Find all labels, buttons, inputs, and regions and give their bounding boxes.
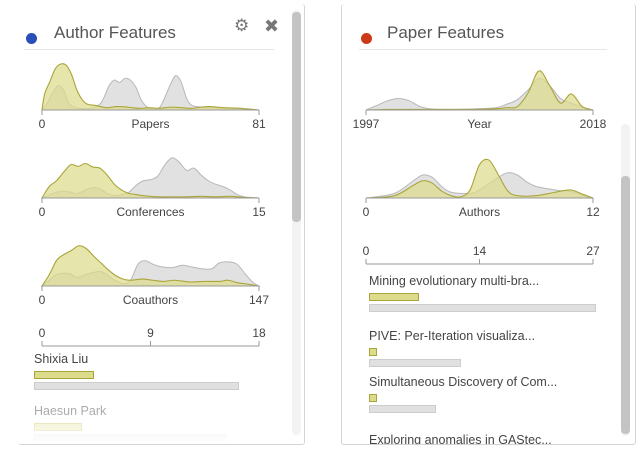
paper-list-tick-label-1: 14 — [473, 244, 487, 258]
paper-chart-0-min-label: 1997 — [353, 117, 380, 131]
author-chart-0-max-label: 81 — [252, 117, 266, 131]
gear-icon[interactable]: ⚙ — [234, 17, 249, 34]
author-name: Haesun Park — [34, 404, 107, 418]
author-chart-0-axis-label: Papers — [131, 117, 169, 131]
total-count-bar — [369, 405, 437, 413]
author-chart-1-min-label: 0 — [39, 205, 46, 219]
paper-chart-1-max-label: 12 — [586, 205, 600, 219]
paper-title: Simultaneous Discovery of Com... — [369, 375, 558, 389]
papers-distribution-chart: 0 Papers 81 — [39, 63, 266, 131]
paper-list-tick-label-2: 27 — [586, 244, 600, 258]
conferences-distribution-chart: 0 Conferences 15 — [39, 157, 266, 219]
paper-panel-title: Paper Features — [387, 23, 505, 42]
paper-chart-0-axis-label: Year — [467, 117, 491, 131]
close-icon[interactable]: ✖ — [264, 17, 279, 35]
selected-count-bar — [34, 371, 95, 379]
total-count-bar — [369, 304, 596, 312]
paper-chart-1-min-label: 0 — [363, 205, 370, 219]
list-item[interactable]: Simultaneous Discovery of Com... — [369, 375, 601, 417]
total-count-bar — [34, 434, 227, 442]
author-list-tick-label-0: 0 — [39, 326, 46, 340]
author-chart-2-max-label: 147 — [249, 293, 269, 307]
list-item[interactable]: Mining evolutionary multi-bra... — [369, 274, 601, 316]
authors-distribution-chart: 0 Authors 12 — [363, 158, 600, 219]
paper-features-panel: Paper Features 1997 Year 2018 0 Authors 12 0… — [341, 4, 636, 445]
paper-color-dot — [361, 33, 372, 44]
author-list-tick-label-2: 18 — [252, 326, 266, 340]
author-list-axis: 0 9 18 — [39, 326, 266, 347]
author-chart-1-axis-label: Conferences — [116, 205, 184, 219]
author-title-divider — [24, 49, 274, 50]
paper-chart-1-axis-label: Authors — [459, 205, 500, 219]
paper-title-divider — [359, 49, 607, 50]
list-item[interactable]: PIVE: Per-Iteration visualiza... — [369, 329, 601, 371]
author-name: Shixia Liu — [34, 352, 89, 366]
paper-list-tick-label-0: 0 — [363, 244, 370, 258]
author-chart-0-min-label: 0 — [39, 117, 46, 131]
total-count-bar — [369, 359, 462, 367]
author-chart-2-min-label: 0 — [39, 293, 46, 307]
author-chart-1-max-label: 15 — [252, 205, 266, 219]
list-item[interactable]: Shixia Liu — [34, 352, 274, 394]
selected-count-bar — [34, 423, 83, 431]
total-count-bar — [34, 382, 239, 390]
author-color-dot — [26, 33, 37, 44]
list-item[interactable]: Exploring anomalies in GAStec... — [369, 433, 601, 445]
selected-count-bar — [369, 394, 378, 402]
paper-title: Mining evolutionary multi-bra... — [369, 274, 540, 288]
list-item[interactable]: Haesun Park — [34, 404, 274, 444]
paper-chart-0-max-label: 2018 — [580, 117, 607, 131]
author-panel-title: Author Features — [54, 23, 176, 42]
paper-title: PIVE: Per-Iteration visualiza... — [369, 329, 536, 343]
paper-scrollbar-thumb[interactable] — [621, 176, 630, 434]
paper-title: Exploring anomalies in GAStec... — [369, 433, 552, 445]
author-chart-2-axis-label: Coauthors — [123, 293, 178, 307]
year-distribution-chart: 1997 Year 2018 — [353, 70, 607, 131]
coauthors-distribution-chart: 0 Coauthors 147 — [39, 245, 269, 307]
selected-count-bar — [369, 348, 378, 356]
author-scrollbar-thumb[interactable] — [292, 12, 301, 222]
author-features-panel: Author Features ⚙ ✖ 0 Papers 81 0 Conferenc… — [18, 4, 305, 445]
author-chart-0-selected-area — [41, 63, 260, 111]
selected-count-bar — [369, 293, 420, 301]
author-list-tick-label-1: 9 — [147, 326, 154, 340]
paper-list-axis: 0 14 27 — [363, 244, 600, 265]
